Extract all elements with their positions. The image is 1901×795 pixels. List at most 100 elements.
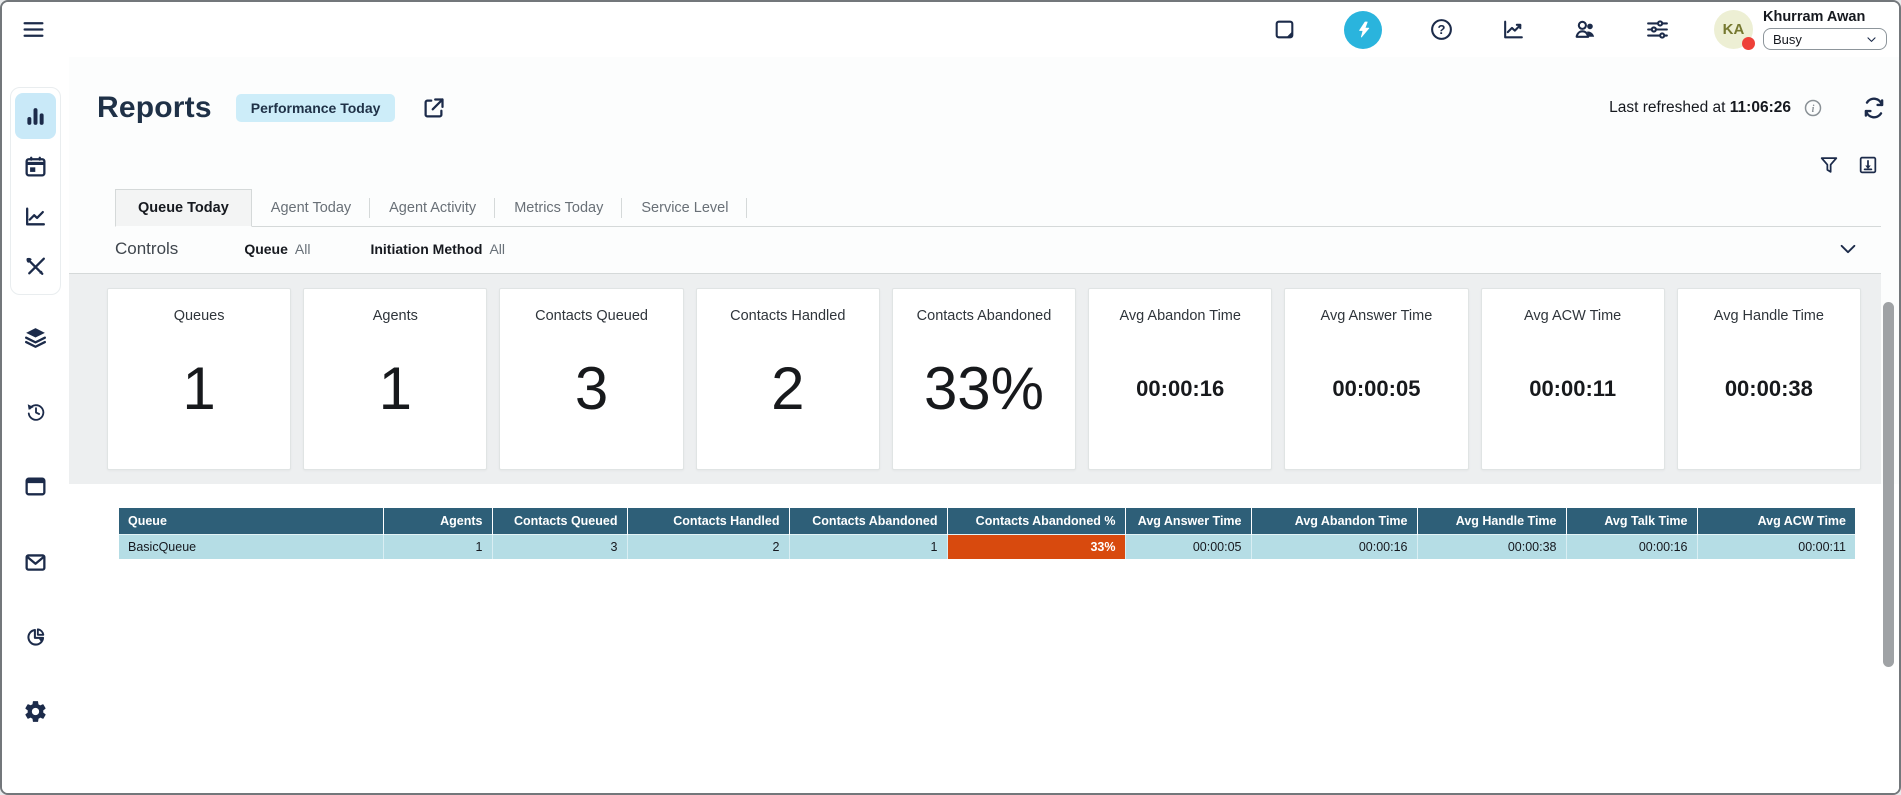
status-select-value: Busy bbox=[1773, 32, 1802, 47]
svg-text:?: ? bbox=[1438, 22, 1446, 37]
queue-filter[interactable]: Queue All bbox=[244, 241, 310, 257]
app-window: ? bbox=[0, 0, 1901, 795]
help-icon: ? bbox=[1429, 17, 1454, 42]
card-queues: Queues 1 bbox=[107, 288, 291, 470]
cell-contacts-handled: 2 bbox=[627, 535, 789, 560]
help-button[interactable]: ? bbox=[1429, 17, 1454, 42]
queue-filter-label: Queue bbox=[244, 241, 288, 257]
card-value: 00:00:38 bbox=[1725, 376, 1813, 402]
window-icon bbox=[23, 474, 48, 499]
notes-icon bbox=[1272, 17, 1297, 42]
topbar: ? bbox=[2, 2, 1899, 57]
col-avg-talk-time: Avg Talk Time bbox=[1566, 508, 1697, 535]
page-header: Reports Performance Today Last refreshed… bbox=[69, 57, 1899, 125]
scrollbar-thumb[interactable] bbox=[1883, 302, 1894, 667]
sidebar-item-routing[interactable] bbox=[23, 325, 48, 350]
col-contacts-handled: Contacts Handled bbox=[627, 508, 789, 535]
card-title: Agents bbox=[373, 308, 418, 324]
queue-filter-value: All bbox=[295, 241, 311, 257]
report-tabs: Queue Today Agent Today Agent Activity M… bbox=[115, 189, 1881, 227]
page-title: Reports bbox=[97, 91, 212, 125]
metrics-icon bbox=[1501, 17, 1526, 42]
col-avg-acw-time: Avg ACW Time bbox=[1697, 508, 1855, 535]
chevron-down-icon bbox=[1865, 33, 1878, 46]
collapse-controls-button[interactable] bbox=[1837, 238, 1859, 260]
sidebar-item-settings[interactable] bbox=[23, 699, 48, 724]
report-toolbar bbox=[69, 125, 1899, 176]
gear-icon bbox=[23, 699, 48, 724]
card-avg-handle-time: Avg Handle Time 00:00:38 bbox=[1677, 288, 1861, 470]
mail-icon bbox=[23, 550, 48, 575]
refresh-info-button[interactable]: i bbox=[1803, 98, 1823, 118]
sidebar-reports-group bbox=[10, 87, 61, 295]
metrics-button[interactable] bbox=[1501, 17, 1526, 42]
queue-metrics-table: Queue Agents Contacts Queued Contacts Ha… bbox=[119, 508, 1855, 559]
card-title: Queues bbox=[174, 308, 225, 324]
status-dot bbox=[1742, 37, 1755, 50]
col-contacts-queued: Contacts Queued bbox=[492, 508, 627, 535]
tab-agent-activity[interactable]: Agent Activity bbox=[370, 190, 495, 226]
controls-row: Controls Queue All Initiation Method All bbox=[69, 227, 1881, 274]
quick-actions-button[interactable] bbox=[1344, 11, 1382, 49]
cell-avg-acw-time: 00:00:11 bbox=[1697, 535, 1855, 560]
download-button[interactable] bbox=[1857, 154, 1879, 176]
sidebar-item-schedule[interactable] bbox=[15, 143, 56, 189]
sidebar-item-analytics[interactable] bbox=[25, 626, 47, 648]
table-header-row: Queue Agents Contacts Queued Contacts Ha… bbox=[119, 508, 1855, 535]
download-icon bbox=[1857, 154, 1879, 176]
settings-sliders-button[interactable] bbox=[1645, 17, 1670, 42]
sidebar-item-reports[interactable] bbox=[15, 93, 56, 139]
last-refreshed-label: Last refreshed at bbox=[1609, 99, 1725, 116]
avatar[interactable]: KA bbox=[1714, 10, 1753, 49]
card-title: Contacts Queued bbox=[535, 308, 648, 324]
tab-metrics-today[interactable]: Metrics Today bbox=[495, 190, 622, 226]
card-agents: Agents 1 bbox=[303, 288, 487, 470]
card-value: 00:00:05 bbox=[1332, 376, 1420, 402]
initiation-method-filter[interactable]: Initiation Method All bbox=[370, 241, 505, 257]
line-chart-icon bbox=[23, 204, 48, 229]
last-refreshed-time: 11:06:26 bbox=[1730, 99, 1791, 116]
card-value: 00:00:11 bbox=[1529, 376, 1616, 402]
cell-contacts-queued: 3 bbox=[492, 535, 627, 560]
sidebar bbox=[2, 57, 69, 795]
info-icon: i bbox=[1803, 98, 1823, 118]
scrollbar-track bbox=[1882, 57, 1896, 795]
col-contacts-abandoned-pct: Contacts Abandoned % bbox=[947, 508, 1125, 535]
card-contacts-abandoned: Contacts Abandoned 33% bbox=[892, 288, 1076, 470]
cell-avg-answer-time: 00:00:05 bbox=[1125, 535, 1251, 560]
col-avg-handle-time: Avg Handle Time bbox=[1417, 508, 1566, 535]
initiation-method-filter-label: Initiation Method bbox=[370, 241, 482, 257]
notes-button[interactable] bbox=[1272, 17, 1297, 42]
refresh-cluster: Last refreshed at 11:06:26 i bbox=[1609, 95, 1887, 121]
sidebar-item-history[interactable] bbox=[25, 401, 47, 423]
pie-chart-icon bbox=[25, 626, 47, 648]
card-avg-answer-time: Avg Answer Time 00:00:05 bbox=[1284, 288, 1468, 470]
filter-button[interactable] bbox=[1818, 154, 1840, 176]
open-external-button[interactable] bbox=[420, 95, 447, 122]
tab-queue-today[interactable]: Queue Today bbox=[115, 189, 252, 227]
metric-cards: Queues 1 Agents 1 Contacts Queued 3 Cont… bbox=[69, 274, 1881, 484]
card-value: 1 bbox=[182, 354, 215, 423]
status-select[interactable]: Busy bbox=[1763, 28, 1887, 50]
hamburger-menu-button[interactable] bbox=[21, 17, 46, 42]
sidebar-item-mail[interactable] bbox=[23, 550, 48, 575]
tab-service-level[interactable]: Service Level bbox=[622, 190, 747, 226]
tab-agent-today[interactable]: Agent Today bbox=[252, 190, 370, 226]
cell-avg-talk-time: 00:00:16 bbox=[1566, 535, 1697, 560]
card-contacts-queued: Contacts Queued 3 bbox=[499, 288, 683, 470]
card-value: 33% bbox=[924, 354, 1044, 423]
sidebar-item-channels[interactable] bbox=[23, 474, 48, 499]
cell-agents: 1 bbox=[383, 535, 492, 560]
card-value: 2 bbox=[771, 354, 804, 423]
card-title: Contacts Handled bbox=[730, 308, 845, 324]
topbar-icon-cluster: ? bbox=[1272, 11, 1670, 49]
card-contacts-handled: Contacts Handled 2 bbox=[696, 288, 880, 470]
svg-text:i: i bbox=[1812, 104, 1815, 115]
card-title: Contacts Abandoned bbox=[917, 308, 1052, 324]
users-button[interactable] bbox=[1573, 17, 1598, 42]
queue-table-section: Queue Agents Contacts Queued Contacts Ha… bbox=[69, 484, 1899, 795]
sidebar-item-metrics[interactable] bbox=[15, 193, 56, 239]
sidebar-item-design[interactable] bbox=[15, 243, 56, 289]
user-block: Khurram Awan Busy bbox=[1763, 9, 1887, 50]
avatar-initials: KA bbox=[1723, 21, 1745, 38]
